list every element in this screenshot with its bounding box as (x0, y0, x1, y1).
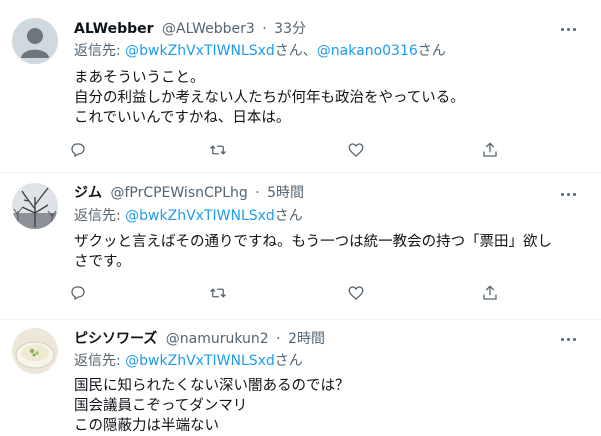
soup-photo-avatar-icon (12, 328, 58, 374)
avatar[interactable] (12, 18, 58, 64)
reply-to-line: 返信先: @bwkZhVxTIWNLSxdさん、@nakano0316さん (74, 43, 446, 59)
tweet-text: 国民に知られたくない深い闇あるのでは？ 国会議員こぞってダンマリ この隠蔽力は半… (74, 378, 350, 434)
display-name[interactable]: ピシソワーズ (74, 331, 157, 347)
reply-to-line: 返信先: @bwkZhVxTIWNLSxdさん (74, 208, 303, 224)
mention-link[interactable]: @bwkZhVxTIWNLSxd (125, 208, 275, 224)
mention-link[interactable]: @bwkZhVxTIWNLSxd (125, 43, 275, 59)
action-bar (64, 281, 504, 305)
tweet-text: ザクッと言えばその通りですね。もう一つは統一教会の持つ「票田」欲し さです。 (74, 234, 553, 270)
more-icon[interactable] (558, 20, 578, 38)
tree-photo-avatar-icon (12, 183, 58, 229)
default-avatar-icon (12, 18, 58, 64)
avatar[interactable] (12, 183, 58, 229)
tweet-text: まあそういうこと。 自分の利益しか考えない人たちが何年も政治をやっている。 これ… (74, 70, 465, 126)
more-icon[interactable] (558, 330, 578, 348)
reply-to-line: 返信先: @bwkZhVxTIWNLSxdさん (74, 353, 303, 369)
retweet-icon[interactable] (206, 281, 230, 305)
avatar[interactable] (12, 328, 58, 374)
tweet-header: ピシソワーズ @namurukun2 · 2時間 (74, 331, 325, 347)
user-handle[interactable]: @ALWebber3 (162, 21, 255, 37)
timestamp[interactable]: 2時間 (288, 331, 325, 347)
timestamp[interactable]: 5時間 (267, 185, 304, 201)
tweet-3[interactable]: ピシソワーズ @namurukun2 · 2時間 返信先: @bwkZhVxTI… (0, 320, 601, 435)
tweet-header: ジム @fPrCPEWisnCPLhg · 5時間 (74, 185, 305, 201)
tweet-1[interactable]: ALWebber @ALWebber3 · 33分 返信先: @bwkZhVxT… (0, 0, 601, 172)
share-icon[interactable] (478, 281, 502, 305)
action-bar (64, 138, 504, 162)
mention-link[interactable]: @nakano0316 (317, 43, 418, 59)
more-icon[interactable] (558, 185, 578, 203)
timestamp[interactable]: 33分 (274, 21, 306, 37)
share-icon[interactable] (478, 138, 502, 162)
like-icon[interactable] (344, 281, 368, 305)
reply-icon[interactable] (66, 138, 90, 162)
like-icon[interactable] (344, 138, 368, 162)
user-handle[interactable]: @fPrCPEWisnCPLhg (110, 185, 247, 201)
display-name[interactable]: ジム (74, 185, 102, 201)
mention-link[interactable]: @bwkZhVxTIWNLSxd (125, 353, 275, 369)
tweet-2[interactable]: ジム @fPrCPEWisnCPLhg · 5時間 返信先: @bwkZhVxT… (0, 173, 601, 319)
user-handle[interactable]: @namurukun2 (166, 331, 269, 347)
retweet-icon[interactable] (206, 138, 230, 162)
display-name[interactable]: ALWebber (74, 21, 154, 37)
tweet-header: ALWebber @ALWebber3 · 33分 (74, 21, 306, 37)
reply-icon[interactable] (66, 281, 90, 305)
